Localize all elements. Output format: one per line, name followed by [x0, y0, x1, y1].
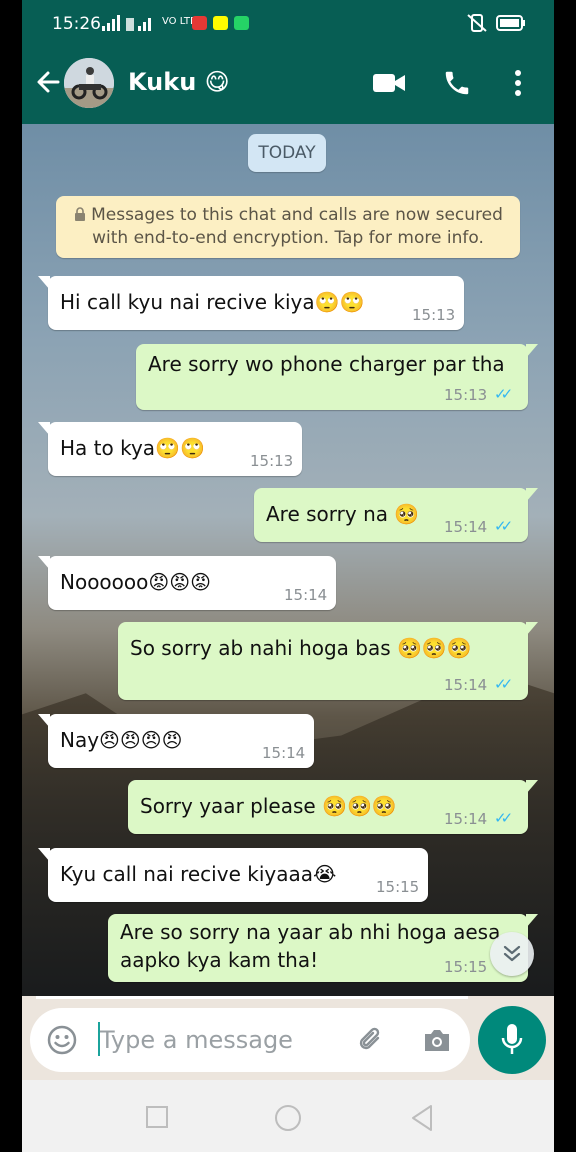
battery-icon [496, 14, 526, 36]
video-call-icon[interactable] [372, 70, 406, 100]
date-divider: TODAY [248, 134, 326, 172]
input-bar: Type a message [22, 996, 554, 1080]
message-time: 15:13 [412, 306, 456, 324]
camera-icon[interactable] [422, 1026, 452, 1058]
avatar[interactable] [64, 58, 114, 108]
message-text: Kyu call nai recive kiyaaa😭 [60, 862, 337, 886]
back-arrow-icon[interactable] [34, 68, 62, 96]
message-text-line-1: Are so sorry na yaar ab nhi hoga aesa [120, 920, 501, 944]
chat-header: Kuku 😋 [22, 46, 554, 124]
message-incoming[interactable]: Kyu call nai recive kiyaaa😭 15:15 [38, 848, 428, 902]
message-input[interactable]: Type a message [30, 1008, 470, 1072]
message-text: Hi call kyu nai recive kiya🙄🙄 [60, 290, 365, 314]
message-time: 15:14 [444, 676, 488, 694]
system-nav-bar [22, 1080, 554, 1152]
read-ticks-icon: ✓✓ [494, 809, 513, 827]
message-text: So sorry ab nahi hoga bas 🥺🥺🥺 [130, 636, 472, 660]
read-ticks-icon: ✓✓ [494, 675, 513, 693]
home-icon[interactable] [274, 1104, 302, 1136]
message-text-line-2: aapko kya kam tha! [120, 948, 319, 972]
scroll-down-icon [502, 945, 522, 967]
message-time: 15:13 [444, 386, 488, 404]
message-time: 15:15 [376, 878, 420, 896]
message-time: 15:14 [444, 810, 488, 828]
message-time: 15:14 [262, 744, 306, 762]
message-text: Noooooo😡😡😡 [60, 570, 211, 594]
message-outgoing[interactable]: Sorry yaar please 🥺🥺🥺 15:14 ✓✓ [128, 780, 538, 834]
message-time: 15:15 [444, 958, 488, 976]
status-time: 15:26 [52, 14, 101, 34]
encryption-text: Messages to this chat and calls are now … [91, 205, 503, 248]
scroll-to-bottom-button[interactable] [490, 932, 534, 976]
recents-icon[interactable] [146, 1106, 168, 1132]
message-outgoing[interactable]: Are so sorry na yaar ab nhi hoga aesa aa… [108, 914, 538, 982]
message-time: 15:13 [250, 452, 294, 470]
notification-icons [192, 14, 254, 36]
chat-area[interactable]: TODAY Messages to this chat and calls ar… [22, 124, 554, 996]
encryption-notice[interactable]: Messages to this chat and calls are now … [56, 196, 520, 258]
message-outgoing[interactable]: Are sorry wo phone charger par tha 15:13… [136, 344, 538, 410]
message-outgoing[interactable]: So sorry ab nahi hoga bas 🥺🥺🥺 15:14 ✓✓ [118, 622, 538, 700]
message-placeholder: Type a message [100, 1026, 293, 1054]
message-text: Are sorry na 🥺 [266, 502, 420, 526]
emoji-icon[interactable] [46, 1024, 78, 1060]
back-nav-icon[interactable] [410, 1104, 434, 1136]
message-time: 15:14 [444, 518, 488, 536]
message-incoming[interactable]: Hi call kyu nai recive kiya🙄🙄 15:13 [38, 276, 464, 330]
message-text: Nay😠😠😠😠 [60, 728, 183, 752]
message-text: Sorry yaar please 🥺🥺🥺 [140, 794, 397, 818]
read-ticks-icon: ✓✓ [494, 517, 513, 535]
message-time: 15:14 [284, 586, 328, 604]
attach-icon[interactable] [356, 1024, 388, 1060]
read-ticks-icon: ✓✓ [494, 385, 513, 403]
signal-icon [102, 14, 164, 36]
message-incoming[interactable]: Ha to kya🙄🙄 15:13 [38, 422, 302, 476]
vibrate-icon [466, 14, 488, 36]
status-bar: 15:26 VO LTE [22, 0, 554, 46]
voice-call-icon[interactable] [442, 68, 472, 102]
message-incoming[interactable]: Noooooo😡😡😡 15:14 [38, 556, 336, 610]
message-outgoing[interactable]: Are sorry na 🥺 15:14 ✓✓ [254, 488, 538, 542]
mic-button[interactable] [478, 1006, 546, 1074]
message-text: Are sorry wo phone charger par tha [148, 352, 505, 376]
message-text: Ha to kya🙄🙄 [60, 436, 205, 460]
message-incoming[interactable]: Nay😠😠😠😠 15:14 [38, 714, 314, 768]
contact-name[interactable]: Kuku 😋 [128, 68, 230, 96]
phone-screen: 15:26 VO LTE Kuku 😋 TODAY Messages to th… [22, 0, 554, 1152]
lock-icon [73, 205, 87, 221]
more-options-icon[interactable] [512, 68, 524, 102]
mic-icon [500, 1022, 524, 1062]
